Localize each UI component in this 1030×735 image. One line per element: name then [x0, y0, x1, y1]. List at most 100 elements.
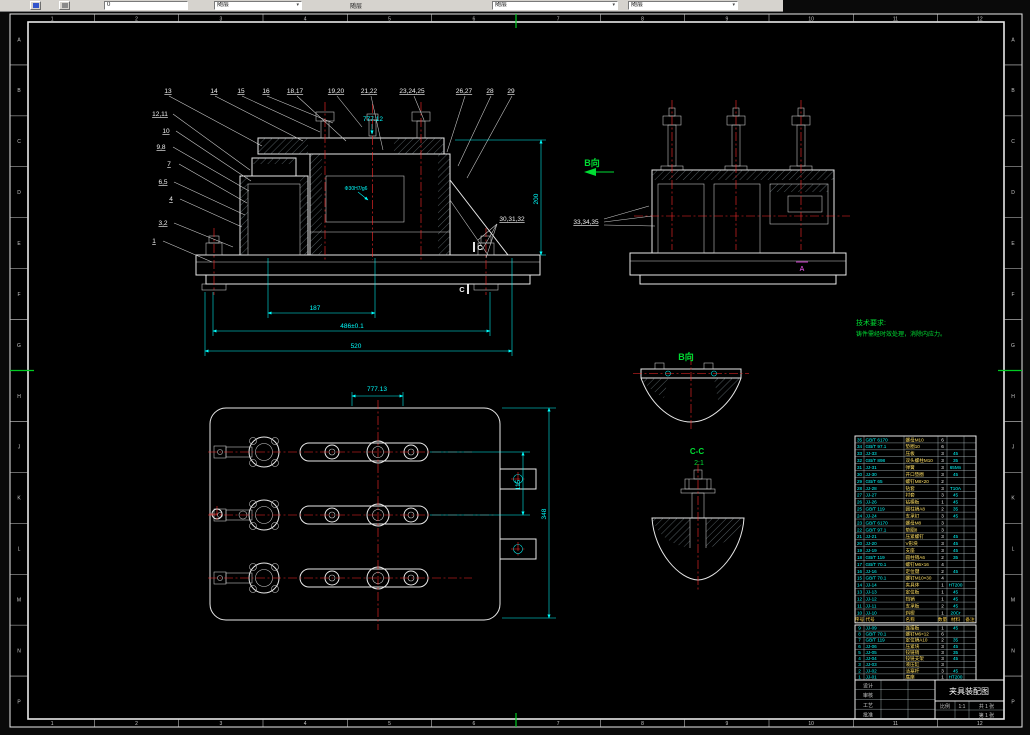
bom-cell: 45: [953, 541, 959, 546]
dim-label: 520: [351, 343, 362, 350]
bom-cell: 6: [858, 644, 861, 649]
app-icon-button[interactable]: [30, 1, 41, 10]
zone-row-label: C: [17, 139, 21, 145]
bom-cell: JJ-26: [866, 500, 878, 505]
drawing-canvas[interactable]: 112233445566778899101011111212A AB BC CD DE E…: [0, 0, 1030, 735]
dim-label: 200: [533, 193, 540, 204]
bom-cell: GB/T 97.1: [866, 527, 887, 532]
bom-cell: 31: [857, 465, 863, 470]
callout: 21,22: [361, 88, 378, 95]
bom-cell: 14: [857, 583, 863, 588]
zone-col-label: 10: [808, 721, 814, 727]
sheet-number: 第 1 张: [979, 712, 995, 719]
dim-label: 777.13: [367, 386, 387, 393]
bom-cell: 32: [857, 458, 863, 463]
zone-row-label: H: [17, 394, 21, 400]
bom-cell: 13: [857, 590, 863, 595]
bom-cell: 20: [857, 541, 863, 546]
callout: 28: [486, 88, 494, 95]
bom-cell: 螺母M8: [906, 519, 922, 526]
zone-col-label: 4: [304, 721, 307, 727]
bom-cell: 3: [941, 527, 944, 532]
zone-row-label: L: [1012, 547, 1015, 553]
section-mark-label: C: [459, 285, 465, 294]
callout: 23,24,25: [399, 88, 425, 95]
bom-cell: GB/T 119: [866, 638, 886, 643]
dim-label: 348: [541, 508, 548, 519]
bom-cell: 45: [953, 668, 959, 673]
linetype-combo[interactable]: 随层 ▾: [492, 1, 618, 10]
zone-col-label: 3: [219, 17, 222, 23]
bom-header-cell: 代号: [866, 616, 876, 623]
bom-cell: 10: [857, 610, 863, 615]
bom-cell: 19: [857, 548, 863, 553]
bom-cell: 定位板: [906, 589, 920, 596]
dim-label: Φ30H7/g6: [345, 186, 368, 192]
bom-cell: JJ-12: [866, 596, 878, 601]
zone-col-label: 2: [135, 17, 138, 23]
section-label: C-C: [690, 447, 704, 456]
layer-field[interactable]: 0: [104, 1, 188, 10]
zone-col-label: 5: [388, 721, 391, 727]
section-scale: 2:1: [694, 460, 704, 467]
bom-cell: 压紧块: [906, 643, 920, 650]
bom-cell: 3: [941, 520, 944, 525]
bom-cell: 铰链销: [906, 649, 920, 656]
app-icon: [32, 3, 39, 8]
bom-cell: 螺钉M8×20: [906, 478, 930, 485]
datum-label: A: [800, 266, 805, 273]
zone-col-label: 11: [893, 721, 898, 727]
callout: 26,27: [456, 88, 473, 95]
bom-cell: 45: [953, 500, 959, 505]
lineweight-combo[interactable]: 随层 ▾: [628, 1, 738, 10]
bom-cell: JJ-06: [866, 644, 878, 649]
bom-cell: 45: [953, 451, 959, 456]
bom-cell: 6: [941, 632, 944, 637]
bom-cell: 圆柱销A8: [906, 506, 926, 513]
bom-cell: 3: [941, 465, 944, 470]
bom-cell: 23: [857, 520, 863, 525]
bom-cell: 3: [941, 644, 944, 649]
sign-label: 批准: [863, 712, 873, 719]
sign-label: 审核: [863, 692, 873, 699]
bom-cell: 2: [941, 603, 944, 608]
bom-cell: 35: [953, 650, 959, 655]
bom-cell: 压板: [906, 450, 916, 457]
zone-col-label: 1: [51, 721, 54, 727]
notes-title: 技术要求:: [856, 318, 886, 327]
zone-col-label: 8: [641, 17, 644, 23]
bom-cell: 45: [953, 603, 959, 608]
callout: 9,8: [156, 144, 165, 151]
bom-cell: 2: [941, 507, 944, 512]
bom-cell: 圆柱销A6: [906, 554, 926, 561]
bom-cell: 斜楔: [906, 609, 916, 616]
bom-cell: 2: [941, 479, 944, 484]
bom-cell: 3: [858, 662, 861, 667]
bom-cell: 24: [857, 513, 863, 518]
bom-cell: GB/T 119: [866, 507, 886, 512]
bom-cell: 2: [941, 555, 944, 560]
tool-icon-button[interactable]: [59, 1, 70, 10]
bom-cell: 铰链支架: [906, 655, 925, 662]
callout: 1: [152, 238, 156, 245]
bom-cell: 液压缸: [906, 661, 920, 668]
bom-cell: 钻套: [906, 485, 916, 492]
bom-cell: V形块: [906, 540, 919, 547]
cad-app-window: 0 随层 ▾ 随层 随层 ▾ 随层 ▾ 1 1 2 2 3 3 4 4 5 5 6 6 7 7 8 8 9 9 10 10 1…: [0, 0, 1030, 735]
bom-cell: 45: [953, 626, 959, 631]
sheets-total: 共 1 张: [979, 703, 995, 710]
bom-cell: 8: [858, 632, 861, 637]
bom-header-cell: 名称: [906, 616, 916, 623]
sign-label: 设计: [863, 683, 873, 690]
bom-cell: 3: [941, 650, 944, 655]
bom-cell: 螺钉M6×16: [906, 561, 930, 568]
callout: 6,5: [158, 179, 167, 186]
bom-cell: GB/T 70.1: [866, 632, 887, 637]
callout: 13: [164, 88, 172, 95]
bom-cell: 挡销: [906, 595, 916, 602]
color-combo[interactable]: 随层 ▾: [214, 1, 302, 10]
zone-col-label: 4: [304, 17, 307, 23]
bom-cell: 35: [953, 555, 959, 560]
zone-col-label: 7: [557, 17, 560, 23]
bom-cell: 33: [857, 451, 863, 456]
